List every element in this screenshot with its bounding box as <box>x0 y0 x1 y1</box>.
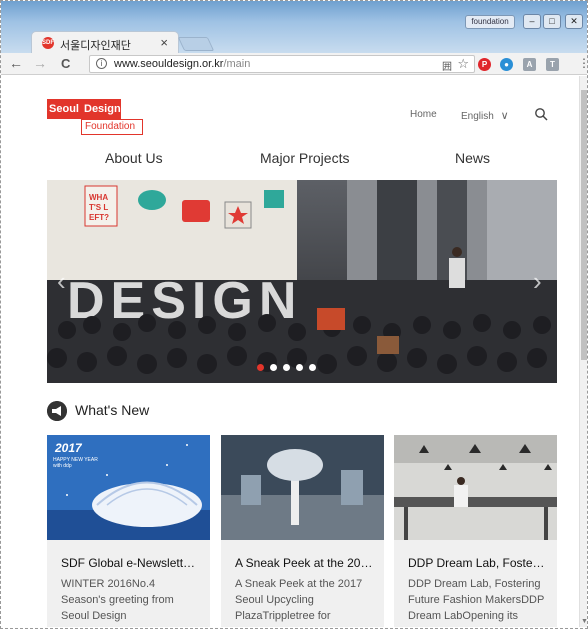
language-label: English <box>461 111 494 122</box>
pinterest-extension-icon[interactable]: P <box>478 58 491 71</box>
search-icon[interactable] <box>534 107 548 121</box>
news-card[interactable]: DDP Dream Lab, Fosteri… DDP Dream Lab, F… <box>394 435 557 627</box>
thumb-year: 2017 <box>55 441 82 455</box>
logo-design: Design <box>81 99 121 119</box>
carousel-dot[interactable] <box>283 364 290 371</box>
profile-badge[interactable]: foundation <box>465 15 515 29</box>
forward-button[interactable]: → <box>33 55 47 71</box>
new-tab-button[interactable] <box>177 37 215 51</box>
hero-image: WHA T'S L EFT? DESIGN <box>47 180 557 383</box>
svg-text:WHA: WHA <box>89 193 108 202</box>
carousel-dot[interactable] <box>309 364 316 371</box>
carousel-dot[interactable] <box>296 364 303 371</box>
language-selector[interactable]: English ∨ <box>461 109 509 122</box>
carousel-prev-icon[interactable]: ‹ <box>57 266 66 297</box>
page-scrollbar[interactable]: ▼ <box>579 76 588 627</box>
extension-a-icon[interactable]: A <box>523 58 536 71</box>
logo-seoul: Seoul <box>47 99 81 119</box>
reload-button[interactable]: C <box>61 56 70 71</box>
extension-t-icon[interactable]: T <box>546 58 559 71</box>
extension-icon[interactable]: ● <box>500 58 513 71</box>
nav-major-projects[interactable]: Major Projects <box>260 150 349 166</box>
minimize-button[interactable]: – <box>523 14 541 29</box>
address-bar[interactable]: i www.seouldesign.or.kr/main 囲 ☆ <box>89 55 475 73</box>
close-window-button[interactable]: ✕ <box>565 14 583 29</box>
thumb-caption: HAPPY NEW YEAR with ddp <box>53 457 98 469</box>
nav-news[interactable]: News <box>455 150 490 166</box>
scroll-down-icon[interactable]: ▼ <box>581 618 588 625</box>
translate-icon[interactable]: 囲 <box>442 58 452 73</box>
svg-text:EFT?: EFT? <box>89 213 109 222</box>
browser-menu-icon[interactable]: ⋮ <box>578 56 588 70</box>
news-card[interactable]: A Sneak Peek at the 201… A Sneak Peek at… <box>221 435 384 627</box>
carousel-dot[interactable] <box>257 364 264 371</box>
nav-about-us[interactable]: About Us <box>105 150 163 166</box>
card-body: A Sneak Peek at the 2017 Seoul Upcycling… <box>235 578 363 622</box>
card-title: A Sneak Peek at the 201… <box>235 556 375 570</box>
maximize-button[interactable]: □ <box>543 14 561 29</box>
site-info-icon[interactable]: i <box>96 58 107 69</box>
news-card[interactable]: 2017 HAPPY NEW YEAR with ddp SDF Global … <box>47 435 210 627</box>
card-title: DDP Dream Lab, Fosteri… <box>408 556 548 570</box>
logo-foundation: Foundation <box>81 119 143 135</box>
section-title: What's New <box>75 402 150 418</box>
megaphone-icon <box>47 401 67 421</box>
tab-close-icon[interactable]: × <box>160 35 168 50</box>
svg-text:T'S L: T'S L <box>89 203 108 212</box>
browser-tab[interactable]: SDF 서울디자인재단 × <box>31 31 179 54</box>
browser-toolbar: ← → C i www.seouldesign.or.kr/main 囲 ☆ P… <box>1 53 588 75</box>
hero-carousel[interactable]: WHA T'S L EFT? DESIGN ‹ › <box>47 180 557 383</box>
browser-titlebar: SDF 서울디자인재단 × foundation – □ ✕ <box>1 1 587 54</box>
card-thumbnail <box>394 435 557 540</box>
url-host: www.seouldesign.or.kr <box>114 58 224 70</box>
web-page: Seoul Design Foundation Home English ∨ A… <box>1 76 579 627</box>
back-button[interactable]: ← <box>9 55 23 71</box>
home-link[interactable]: Home <box>410 109 437 120</box>
site-favicon-icon: SDF <box>42 37 54 49</box>
bookmark-star-icon[interactable]: ☆ <box>457 56 469 72</box>
url-path: /main <box>223 58 251 70</box>
scrollbar-thumb[interactable] <box>581 90 587 360</box>
card-body: WINTER 2016No.4 Season's greeting from S… <box>61 578 174 622</box>
tab-title: 서울디자인재단 <box>60 40 131 52</box>
card-title: SDF Global e-Newslette… <box>61 556 201 570</box>
card-thumbnail <box>221 435 384 540</box>
carousel-dots <box>257 358 322 376</box>
chevron-down-icon: ∨ <box>500 110 509 122</box>
url-text: www.seouldesign.or.kr/main <box>114 58 250 70</box>
carousel-dot[interactable] <box>270 364 277 371</box>
card-body: DDP Dream Lab, Fostering Future Fashion … <box>408 578 545 627</box>
carousel-next-icon[interactable]: › <box>533 266 542 297</box>
